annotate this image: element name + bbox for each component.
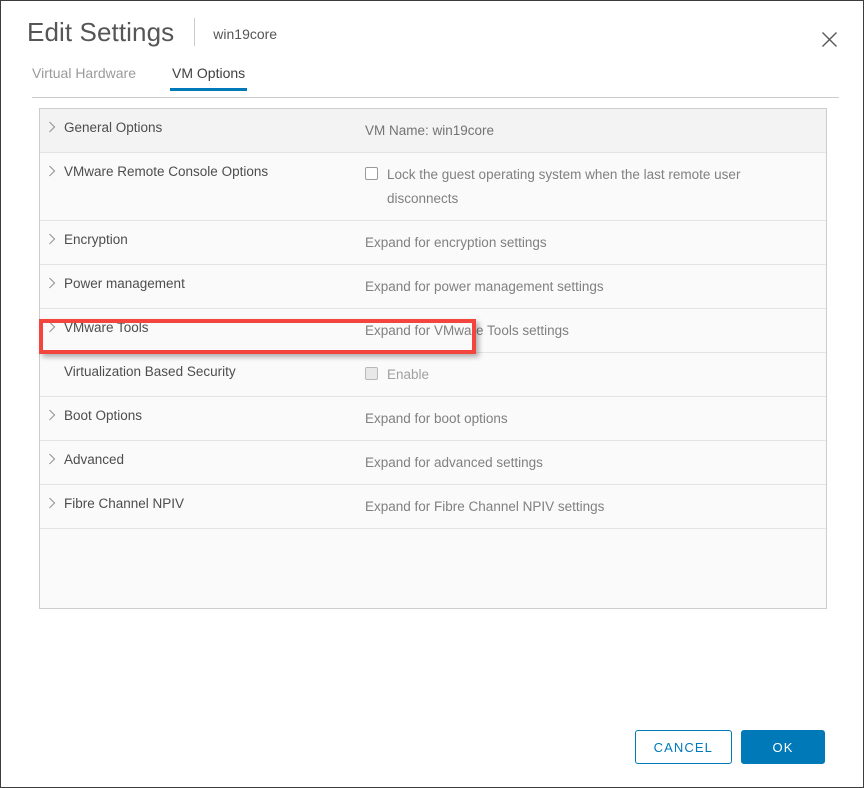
- edit-settings-dialog: Edit Settings win19core Virtual Hardware…: [0, 0, 864, 788]
- row-label: Encryption: [64, 231, 128, 249]
- row-value: Lock the guest operating system when the…: [364, 153, 826, 220]
- row-left: Virtualization Based Security: [40, 353, 364, 390]
- row-label: Fibre Channel NPIV: [64, 495, 184, 513]
- chevron-placeholder: [40, 363, 64, 365]
- settings-row-general-options[interactable]: General Options VM Name: win19core: [40, 109, 826, 153]
- dialog-footer: CANCEL OK: [1, 729, 863, 765]
- settings-row-power-management[interactable]: Power management Expand for power manage…: [40, 265, 826, 309]
- row-value: Expand for advanced settings: [364, 441, 826, 484]
- row-left: Advanced: [40, 441, 364, 478]
- chevron-right-icon[interactable]: [40, 119, 64, 133]
- row-value: VM Name: win19core: [364, 109, 826, 152]
- close-icon[interactable]: [815, 25, 843, 53]
- row-left: VMware Remote Console Options: [40, 153, 364, 190]
- settings-row-vmware-remote-console-options[interactable]: VMware Remote Console Options Lock the g…: [40, 153, 826, 221]
- row-value: Expand for Fibre Channel NPIV settings: [364, 485, 826, 528]
- lock-guest-os-checkbox[interactable]: Lock the guest operating system when the…: [365, 163, 814, 211]
- vm-name-subtitle: win19core: [213, 22, 277, 42]
- chevron-right-icon[interactable]: [40, 495, 64, 509]
- vm-options-panel: General Options VM Name: win19core VMwar…: [39, 108, 827, 609]
- page-title: Edit Settings: [27, 17, 174, 48]
- row-label: VMware Tools: [64, 319, 149, 337]
- row-value: Expand for encryption settings: [364, 221, 826, 264]
- settings-row-fibre-channel-npiv[interactable]: Fibre Channel NPIV Expand for Fibre Chan…: [40, 485, 826, 529]
- tab-virtual-hardware[interactable]: Virtual Hardware: [32, 65, 136, 90]
- vbs-enable-checkbox: Enable: [365, 363, 814, 387]
- row-value: Expand for power management settings: [364, 265, 826, 308]
- tab-vm-options[interactable]: VM Options: [172, 65, 245, 90]
- row-value: Expand for VMware Tools settings: [364, 309, 826, 352]
- chevron-right-icon[interactable]: [40, 163, 64, 177]
- row-left: Boot Options: [40, 397, 364, 434]
- cancel-button[interactable]: CANCEL: [635, 730, 732, 764]
- row-label: Virtualization Based Security: [64, 363, 236, 381]
- row-label: Power management: [64, 275, 185, 293]
- row-left: General Options: [40, 109, 364, 146]
- chevron-right-icon[interactable]: [40, 275, 64, 289]
- settings-row-boot-options[interactable]: Boot Options Expand for boot options: [40, 397, 826, 441]
- chevron-right-icon[interactable]: [40, 319, 64, 333]
- row-left: VMware Tools: [40, 309, 364, 346]
- settings-row-advanced[interactable]: Advanced Expand for advanced settings: [40, 441, 826, 485]
- row-label: VMware Remote Console Options: [64, 163, 268, 181]
- row-label: Boot Options: [64, 407, 142, 425]
- chevron-right-icon[interactable]: [40, 407, 64, 421]
- ok-button[interactable]: OK: [741, 730, 825, 764]
- checkbox-box[interactable]: [365, 167, 378, 180]
- row-label: General Options: [64, 119, 162, 137]
- row-left: Power management: [40, 265, 364, 302]
- dialog-header: Edit Settings win19core: [1, 1, 863, 63]
- settings-row-virtualization-based-security[interactable]: Virtualization Based Security Enable: [40, 353, 826, 397]
- tab-bar: Virtual Hardware VM Options: [32, 65, 839, 98]
- checkbox-box: [365, 367, 378, 380]
- title-divider: [194, 18, 195, 46]
- settings-row-encryption[interactable]: Encryption Expand for encryption setting…: [40, 221, 826, 265]
- row-left: Fibre Channel NPIV: [40, 485, 364, 522]
- row-value: Expand for boot options: [364, 397, 826, 440]
- chevron-right-icon[interactable]: [40, 451, 64, 465]
- checkbox-label: Enable: [387, 363, 429, 387]
- checkbox-label: Lock the guest operating system when the…: [387, 163, 787, 211]
- row-label: Advanced: [64, 451, 124, 469]
- row-value: Enable: [364, 353, 826, 396]
- row-left: Encryption: [40, 221, 364, 258]
- chevron-right-icon[interactable]: [40, 231, 64, 245]
- settings-row-vmware-tools[interactable]: VMware Tools Expand for VMware Tools set…: [40, 309, 826, 353]
